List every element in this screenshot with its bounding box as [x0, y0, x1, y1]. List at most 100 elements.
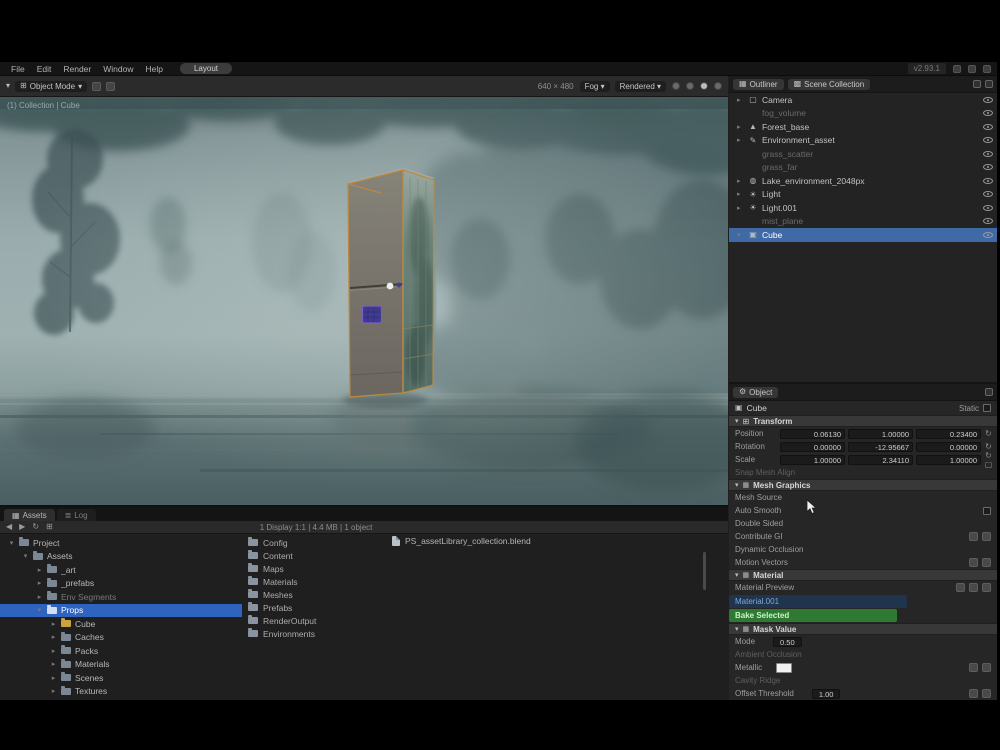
tree-row[interactable]: ▸ Caches	[0, 631, 242, 645]
color-swatch[interactable]	[776, 662, 793, 673]
visibility-eye-icon[interactable]	[983, 177, 993, 184]
property-row[interactable]: ▾ ▦ Auto Smooth	[729, 504, 997, 517]
keyframe-icon[interactable]	[969, 558, 978, 567]
tree-row[interactable]: ▸ Textures	[0, 685, 242, 699]
visibility-eye-icon[interactable]	[983, 123, 993, 130]
y-value-field[interactable]: -12.95667	[848, 441, 913, 452]
search-icon[interactable]	[985, 80, 993, 88]
asset-tab[interactable]: ▦ Assets	[4, 509, 55, 521]
z-value-field[interactable]: 0.00000	[916, 441, 981, 452]
shading-material-icon[interactable]	[700, 82, 708, 90]
shading-wireframe-icon[interactable]	[672, 82, 680, 90]
property-value-field[interactable]: 0.50	[773, 636, 802, 647]
file-area[interactable]: PS_assetLibrary_collection.blend	[352, 534, 728, 700]
property-row[interactable]: ▾ ▦ Mesh Source	[729, 491, 997, 504]
reset-icon[interactable]	[982, 689, 991, 698]
visibility-eye-icon[interactable]	[983, 231, 993, 238]
scope-dropdown[interactable]: ▩ Scene Collection	[787, 78, 871, 90]
forward-icon[interactable]: ▶	[19, 523, 25, 531]
property-row[interactable]: ▾ ▦ Ambient Occlusion	[729, 648, 997, 661]
refresh-icon[interactable]: ↻	[32, 523, 39, 531]
tree-row[interactable]: ▸ Scenes	[0, 671, 242, 685]
outliner-row[interactable]: grass_scatter	[729, 147, 997, 161]
tree-row[interactable]: ▸ Env Segments	[0, 590, 242, 604]
property-checkbox[interactable]	[983, 506, 991, 515]
expand-arrow-icon[interactable]: ▸	[50, 687, 57, 695]
view-mode-icon[interactable]: ⊞	[46, 523, 53, 531]
expand-arrow-icon[interactable]: ▾	[8, 539, 15, 547]
expand-arrow-icon[interactable]: ▸	[737, 190, 744, 198]
asset-tab[interactable]: ≣ Log	[56, 509, 96, 521]
folder-list-item[interactable]: Prefabs	[248, 601, 352, 614]
menu-item[interactable]: Render	[58, 63, 96, 75]
expand-arrow-icon[interactable]: ▸	[737, 204, 744, 212]
menu-item[interactable]: Window	[98, 63, 138, 75]
reset-icon[interactable]	[982, 663, 991, 672]
folder-list-item[interactable]: Maps	[248, 562, 352, 575]
outliner-row[interactable]: mist_plane	[729, 215, 997, 229]
shading-rendered-icon[interactable]	[714, 82, 722, 90]
folder-list-item[interactable]: Content	[248, 549, 352, 562]
expand-arrow-icon[interactable]: ▸	[50, 660, 57, 668]
property-row[interactable]: ▾ ▦ Dynamic Occlusion	[729, 543, 997, 556]
file-row[interactable]: PS_assetLibrary_collection.blend	[392, 536, 531, 546]
property-row[interactable]: ▾ ▦ Material Preview	[729, 581, 997, 594]
expand-arrow-icon[interactable]: ▸	[36, 593, 43, 601]
scrollbar[interactable]	[703, 552, 706, 590]
property-row[interactable]: ▾ ▦ Material	[729, 569, 997, 581]
property-row[interactable]: ▾ ▦ Cavity Ridge	[729, 674, 997, 687]
y-value-field[interactable]: 2.34110	[848, 454, 913, 465]
expand-arrow-icon[interactable]: ▸	[737, 123, 744, 131]
x-value-field[interactable]: 0.06130	[780, 428, 845, 439]
object-name-value[interactable]: Cube	[747, 403, 767, 413]
z-value-field[interactable]: 0.23400	[916, 428, 981, 439]
expand-arrow-icon[interactable]: ▸	[50, 620, 57, 628]
property-row[interactable]: ▾ ▦ Mask Value	[729, 623, 997, 635]
tree-row[interactable]: ▸ Cube	[0, 617, 242, 631]
tree-row[interactable]: ▸ _prefabs	[0, 577, 242, 591]
outliner-row[interactable]: ▾ ▣ Cube	[729, 228, 997, 242]
property-row[interactable]: ▾ ▦ Bake Selected	[729, 609, 897, 622]
property-row[interactable]: ▾ ▦ Metallic	[729, 661, 997, 674]
folder-list-item[interactable]: Materials	[248, 575, 352, 588]
pivot-icon[interactable]	[106, 81, 116, 91]
folder-list-item[interactable]: Config	[248, 536, 352, 549]
reset-icon[interactable]: ↻	[984, 429, 993, 438]
expand-arrow-icon[interactable]: ▾	[22, 552, 29, 560]
menu-item[interactable]: Edit	[32, 63, 57, 75]
expand-arrow-icon[interactable]: ▸	[737, 96, 744, 104]
keyframe-icon[interactable]	[956, 583, 965, 592]
extensions-icon[interactable]	[968, 64, 976, 73]
tree-row[interactable]: ▾ Project	[0, 536, 242, 550]
menu-item[interactable]: File	[6, 63, 30, 75]
tree-row[interactable]: ▸ _art	[0, 563, 242, 577]
property-value-field[interactable]: 1.00	[811, 688, 841, 699]
tree-row[interactable]: ▸ Materials	[0, 658, 242, 672]
keyframe-icon[interactable]	[969, 532, 978, 541]
expand-arrow-icon[interactable]: ▾	[737, 231, 744, 239]
outliner-row[interactable]: ▸ ✎ Environment_asset	[729, 134, 997, 148]
property-row[interactable]: ▾ ▦ Offset Threshold 1.00	[729, 687, 997, 700]
visibility-eye-icon[interactable]	[983, 218, 993, 225]
keyframe-icon[interactable]	[969, 663, 978, 672]
property-row[interactable]: ▾ ▦ Material.001	[729, 595, 907, 608]
property-row[interactable]: ▾ ▦ Motion Vectors	[729, 556, 997, 569]
property-row[interactable]: ▾ ▦ Double Sided	[729, 517, 997, 530]
property-row[interactable]: ▾ ▦ Mesh Graphics	[729, 479, 997, 491]
expand-arrow-icon[interactable]: ▸	[36, 579, 43, 587]
outliner-row[interactable]: ▸ ◍ Lake_environment_2048px	[729, 174, 997, 188]
static-checkbox[interactable]	[983, 404, 991, 412]
expand-arrow-icon[interactable]: ▸	[36, 566, 43, 574]
visibility-eye-icon[interactable]	[983, 204, 993, 211]
z-value-field[interactable]: 1.00000	[916, 454, 981, 465]
3d-viewport[interactable]: (1) Collection | Cube	[0, 97, 728, 505]
shading-solid-icon[interactable]	[686, 82, 694, 90]
x-value-field[interactable]: 1.00000	[780, 454, 845, 465]
editor-type-icon[interactable]: ▾	[6, 82, 10, 90]
visibility-eye-icon[interactable]	[983, 137, 993, 144]
property-row[interactable]: ▾ ▦ Mode 0.50	[729, 635, 997, 648]
viewport-overlay-toggle[interactable]: Rendered ▾	[614, 80, 666, 92]
folder-list-item[interactable]: Meshes	[248, 588, 352, 601]
expand-arrow-icon[interactable]: ▸	[737, 177, 744, 185]
workspace-tab[interactable]: Layout	[179, 63, 232, 74]
